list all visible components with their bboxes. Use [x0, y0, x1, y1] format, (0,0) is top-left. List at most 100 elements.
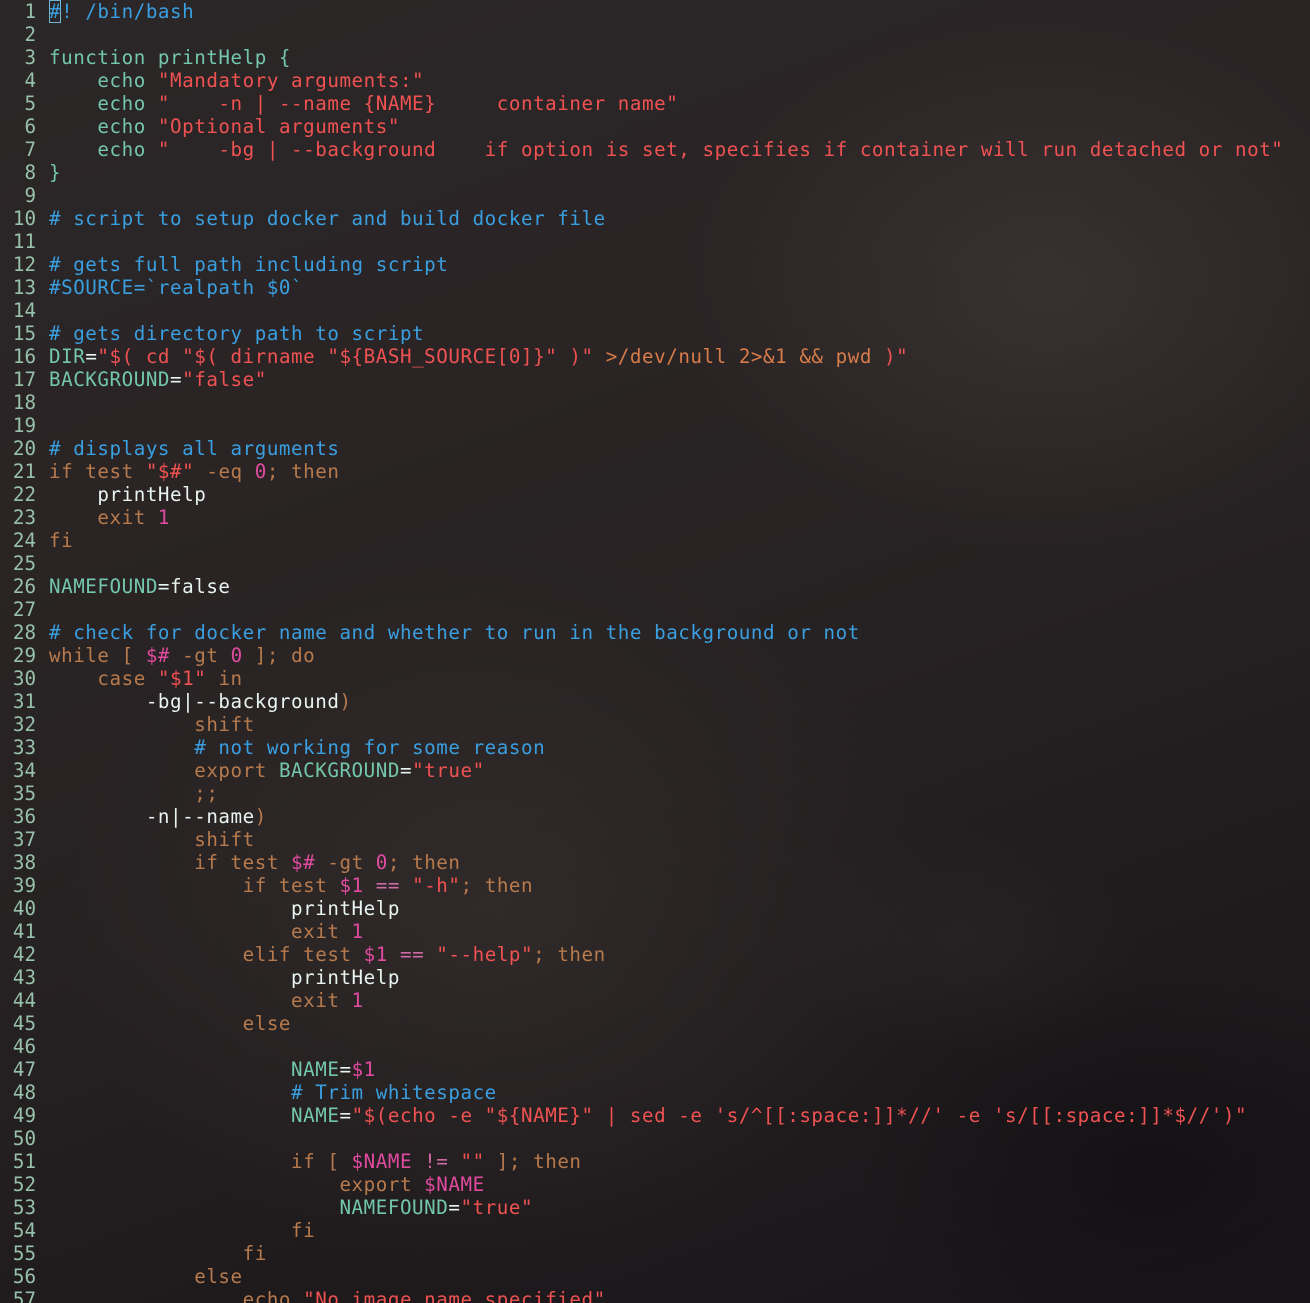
code-line[interactable]: 44 exit 1: [0, 989, 1310, 1012]
code-line[interactable]: 13 #SOURCE=`realpath $0`: [0, 276, 1310, 299]
code-line[interactable]: 29 while [ $# -gt 0 ]; do: [0, 644, 1310, 667]
line-text[interactable]: else: [49, 1265, 243, 1288]
code-line[interactable]: 3 function printHelp {: [0, 46, 1310, 69]
line-text[interactable]: while [ $# -gt 0 ]; do: [49, 644, 315, 667]
code-line[interactable]: 25: [0, 552, 1310, 575]
code-line[interactable]: 8}: [0, 161, 1310, 184]
code-line[interactable]: 38 if test $# -gt 0; then: [0, 851, 1310, 874]
line-text[interactable]: NAME="$(echo -e "${NAME}" | sed -e 's/^[…: [49, 1104, 1247, 1127]
code-line[interactable]: 32 shift: [0, 713, 1310, 736]
line-text[interactable]: DIR="$( cd "$( dirname "${BASH_SOURCE[0]…: [49, 345, 908, 368]
line-text[interactable]: NAME=$1: [49, 1058, 376, 1081]
code-line[interactable]: 34 export BACKGROUND="true": [0, 759, 1310, 782]
code-line[interactable]: 33 # not working for some reason: [0, 736, 1310, 759]
line-text[interactable]: # gets directory path to script: [49, 322, 424, 345]
line-text[interactable]: # displays all arguments: [49, 437, 339, 460]
code-line[interactable]: 10 # script to setup docker and build doc…: [0, 207, 1310, 230]
text-editor[interactable]: 1 #! /bin/bash 2 3 function printHelp {4 ech…: [0, 0, 1310, 1303]
code-line[interactable]: 24 fi: [0, 529, 1310, 552]
line-text[interactable]: if test $# -gt 0; then: [49, 851, 461, 874]
code-line[interactable]: 40 printHelp: [0, 897, 1310, 920]
line-text[interactable]: echo "Optional arguments": [49, 115, 400, 138]
line-text[interactable]: exit 1: [49, 920, 364, 943]
line-text[interactable]: elif test $1 == "--help"; then: [49, 943, 606, 966]
line-text[interactable]: # not working for some reason: [49, 736, 545, 759]
code-line[interactable]: 16 DIR="$( cd "$( dirname "${BASH_SOURCE[…: [0, 345, 1310, 368]
code-line[interactable]: 1 #! /bin/bash: [0, 0, 1310, 23]
code-line[interactable]: 35 ;;: [0, 782, 1310, 805]
line-text[interactable]: fi: [49, 529, 73, 552]
code-line[interactable]: 41 exit 1: [0, 920, 1310, 943]
code-line[interactable]: 30 case "$1" in: [0, 667, 1310, 690]
code-line[interactable]: 45 else: [0, 1012, 1310, 1035]
code-line[interactable]: 49 NAME="$(echo -e "${NAME}" | sed -e 's…: [0, 1104, 1310, 1127]
line-text[interactable]: printHelp: [49, 897, 400, 920]
code-line[interactable]: 27: [0, 598, 1310, 621]
code-line[interactable]: 12 # gets full path including script: [0, 253, 1310, 276]
code-area[interactable]: 1 #! /bin/bash 2 3 function printHelp {4 ech…: [0, 0, 1310, 1303]
line-text[interactable]: shift: [49, 828, 255, 851]
code-line[interactable]: 53 NAMEFOUND="true": [0, 1196, 1310, 1219]
line-text[interactable]: printHelp: [49, 966, 400, 989]
code-line[interactable]: 48 # Trim whitespace: [0, 1081, 1310, 1104]
line-text[interactable]: exit 1: [49, 506, 170, 529]
line-text[interactable]: echo " -n | --name {NAME} container name…: [49, 92, 678, 115]
line-text[interactable]: case "$1" in: [49, 667, 243, 690]
line-text[interactable]: # script to setup docker and build docke…: [49, 207, 606, 230]
code-line[interactable]: 43 printHelp: [0, 966, 1310, 989]
code-line[interactable]: 21 if test "$#" -eq 0; then: [0, 460, 1310, 483]
line-text[interactable]: -n|--name): [49, 805, 267, 828]
code-line[interactable]: 9: [0, 184, 1310, 207]
code-line[interactable]: 42 elif test $1 == "--help"; then: [0, 943, 1310, 966]
code-line[interactable]: 57 echo "No image name specified": [0, 1288, 1310, 1303]
code-line[interactable]: 6 echo "Optional arguments": [0, 115, 1310, 138]
code-line[interactable]: 2: [0, 23, 1310, 46]
line-text[interactable]: echo " -bg | --background if option is s…: [49, 138, 1283, 161]
line-text[interactable]: }: [49, 161, 61, 184]
line-text[interactable]: # gets full path including script: [49, 253, 448, 276]
code-line[interactable]: 23 exit 1: [0, 506, 1310, 529]
code-line[interactable]: 22 printHelp: [0, 483, 1310, 506]
code-line[interactable]: 39 if test $1 == "-h"; then: [0, 874, 1310, 897]
code-line[interactable]: 20 # displays all arguments: [0, 437, 1310, 460]
line-text[interactable]: # check for docker name and whether to r…: [49, 621, 860, 644]
code-line[interactable]: 50: [0, 1127, 1310, 1150]
code-line[interactable]: 26 NAMEFOUND=false: [0, 575, 1310, 598]
code-line[interactable]: 46: [0, 1035, 1310, 1058]
line-text[interactable]: if test "$#" -eq 0; then: [49, 460, 340, 483]
line-text[interactable]: if [ $NAME != "" ]; then: [49, 1150, 582, 1173]
code-line[interactable]: 47 NAME=$1: [0, 1058, 1310, 1081]
code-line[interactable]: 36 -n|--name): [0, 805, 1310, 828]
line-text[interactable]: NAMEFOUND="true": [49, 1196, 533, 1219]
line-text[interactable]: #! /bin/bash: [49, 0, 194, 23]
line-text[interactable]: printHelp: [49, 483, 206, 506]
code-line[interactable]: 14: [0, 299, 1310, 322]
code-line[interactable]: 17 BACKGROUND="false": [0, 368, 1310, 391]
code-line[interactable]: 4 echo "Mandatory arguments:": [0, 69, 1310, 92]
code-line[interactable]: 28 # check for docker name and whether to…: [0, 621, 1310, 644]
line-text[interactable]: NAMEFOUND=false: [49, 575, 231, 598]
code-line[interactable]: 11: [0, 230, 1310, 253]
line-text[interactable]: fi: [49, 1219, 315, 1242]
line-text[interactable]: echo "No image name specified": [49, 1288, 606, 1303]
code-line[interactable]: 37 shift: [0, 828, 1310, 851]
line-text[interactable]: if test $1 == "-h"; then: [49, 874, 533, 897]
line-text[interactable]: echo "Mandatory arguments:": [49, 69, 424, 92]
code-line[interactable]: 52 export $NAME: [0, 1173, 1310, 1196]
code-line[interactable]: 15 # gets directory path to script: [0, 322, 1310, 345]
line-text[interactable]: fi: [49, 1242, 267, 1265]
line-text[interactable]: BACKGROUND="false": [49, 368, 267, 391]
line-text[interactable]: shift: [49, 713, 255, 736]
line-text[interactable]: export BACKGROUND="true": [49, 759, 485, 782]
line-text[interactable]: export $NAME: [49, 1173, 485, 1196]
code-line[interactable]: 31 -bg|--background): [0, 690, 1310, 713]
code-line[interactable]: 19: [0, 414, 1310, 437]
code-line[interactable]: 54 fi: [0, 1219, 1310, 1242]
code-line[interactable]: 56 else: [0, 1265, 1310, 1288]
line-text[interactable]: ;;: [49, 782, 218, 805]
code-line[interactable]: 51 if [ $NAME != "" ]; then: [0, 1150, 1310, 1173]
line-text[interactable]: -bg|--background): [49, 690, 352, 713]
code-line[interactable]: 18: [0, 391, 1310, 414]
code-line[interactable]: 7 echo " -bg | --background if option is…: [0, 138, 1310, 161]
line-text[interactable]: # Trim whitespace: [49, 1081, 497, 1104]
